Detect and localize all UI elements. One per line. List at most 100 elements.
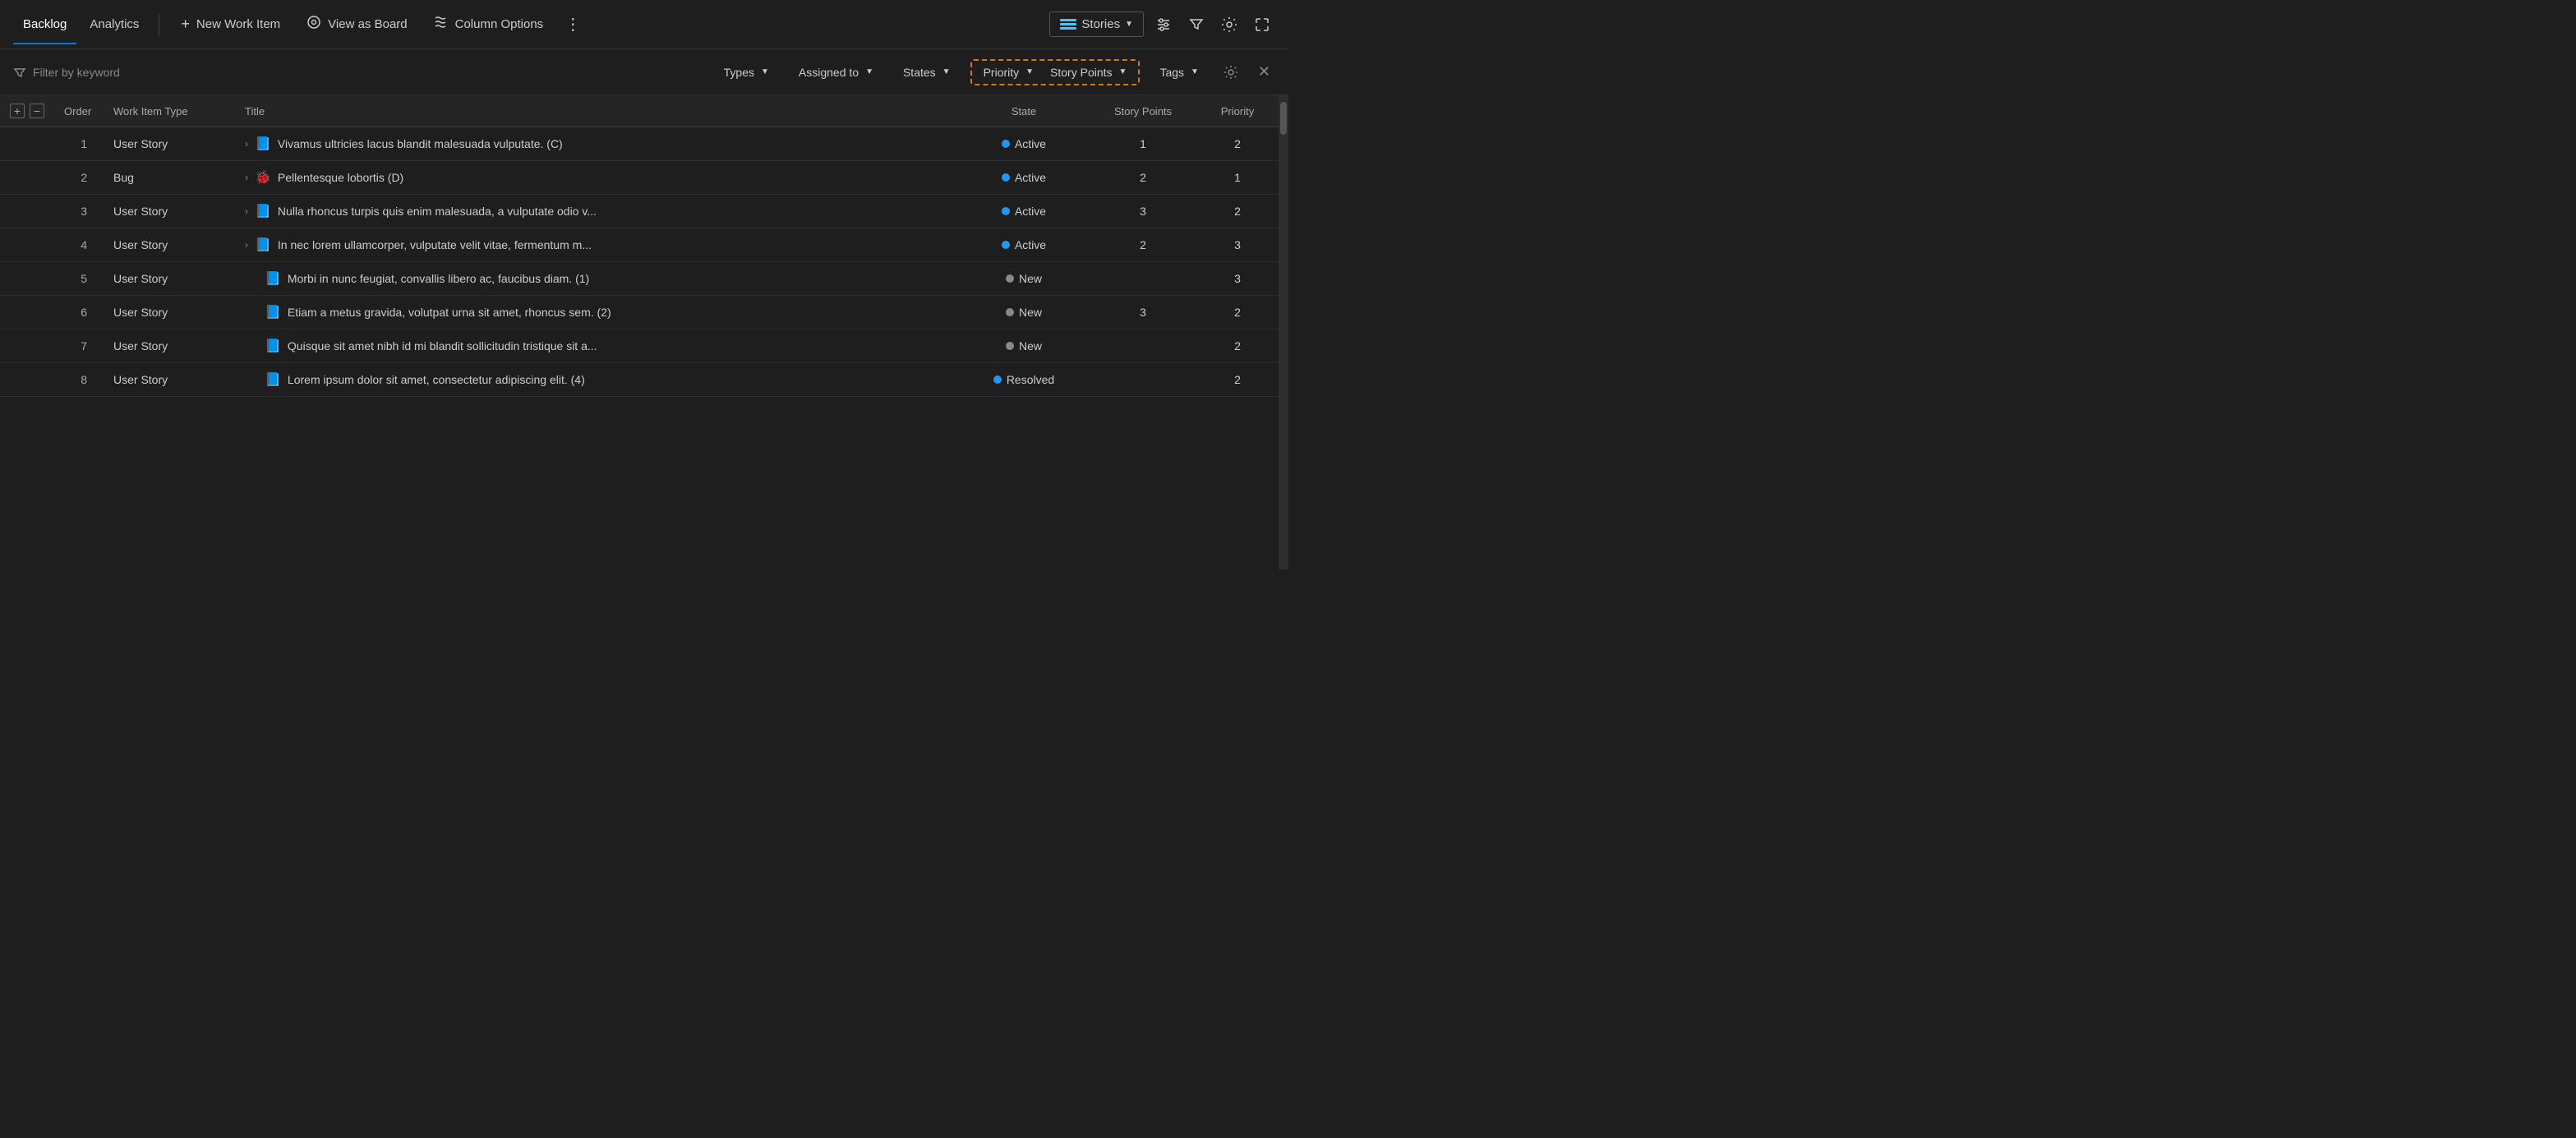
row-chevron-icon[interactable]: › — [245, 172, 248, 183]
th-order: Order — [54, 95, 104, 127]
story-points-dropdown[interactable]: Story Points ▼ — [1042, 62, 1135, 82]
item-title-text: Etiam a metus gravida, volutpat urna sit… — [288, 306, 611, 319]
item-title-text: In nec lorem ullamcorper, vulputate veli… — [278, 238, 592, 251]
view-as-board-button[interactable]: View as Board — [295, 9, 418, 39]
row-chevron-icon[interactable]: › — [245, 239, 248, 251]
state-label: New — [1019, 272, 1042, 285]
cell-story-points: 1 — [1090, 127, 1196, 161]
cell-order: 4 — [54, 228, 104, 262]
filter-placeholder: Filter by keyword — [33, 66, 120, 79]
sliders-icon-button[interactable] — [1150, 12, 1177, 38]
types-dropdown[interactable]: Types ▼ — [714, 61, 779, 84]
states-chevron-icon: ▼ — [942, 67, 951, 76]
cell-type: User Story — [104, 228, 235, 262]
states-label: States — [903, 66, 936, 79]
cell-story-points — [1090, 363, 1196, 397]
cell-title[interactable]: 📘 Morbi in nunc feugiat, convallis liber… — [235, 262, 958, 296]
row-chevron-icon[interactable]: › — [245, 138, 248, 150]
cell-title[interactable]: › 📘 Nulla rhoncus turpis quis enim males… — [235, 195, 958, 228]
cell-title[interactable]: › 🐞 Pellentesque lobortis (D) — [235, 161, 958, 195]
assigned-to-chevron-icon: ▼ — [865, 67, 873, 76]
cell-type: User Story — [104, 195, 235, 228]
cell-expand — [0, 195, 54, 228]
filter-close-button[interactable]: ✕ — [1253, 60, 1275, 84]
cell-order: 6 — [54, 296, 104, 329]
column-options-button[interactable]: Column Options — [422, 9, 555, 39]
cell-priority: 2 — [1196, 195, 1279, 228]
state-dot-icon — [1006, 342, 1014, 350]
expand-icon — [1255, 17, 1270, 32]
table-row[interactable]: 4 User Story › 📘 In nec lorem ullamcorpe… — [0, 228, 1279, 262]
filter-input-wrap[interactable]: Filter by keyword — [13, 66, 353, 79]
collapse-all-icon[interactable]: − — [30, 104, 44, 118]
cell-type: User Story — [104, 363, 235, 397]
table-container: + − Order Work Item Type Title State — [0, 95, 1279, 569]
item-title-text: Nulla rhoncus turpis quis enim malesuada… — [278, 205, 597, 218]
filter-icon-button[interactable] — [1183, 12, 1210, 38]
cell-type: User Story — [104, 127, 235, 161]
more-button[interactable]: ⋮ — [558, 11, 588, 38]
state-dot-icon — [1002, 207, 1010, 215]
table-row[interactable]: 5 User Story 📘 Morbi in nunc feugiat, co… — [0, 262, 1279, 296]
cell-expand — [0, 262, 54, 296]
cell-story-points: 2 — [1090, 228, 1196, 262]
types-label: Types — [724, 66, 754, 79]
row-chevron-icon[interactable]: › — [245, 205, 248, 217]
item-title-text: Quisque sit amet nibh id mi blandit soll… — [288, 339, 597, 352]
assigned-to-dropdown[interactable]: Assigned to ▼ — [789, 61, 883, 84]
cell-expand — [0, 363, 54, 397]
item-type-icon: 📘 — [265, 371, 281, 388]
tags-dropdown[interactable]: Tags ▼ — [1150, 61, 1208, 84]
cell-expand — [0, 329, 54, 363]
item-type-icon: 🐞 — [255, 169, 271, 186]
item-type-icon: 📘 — [265, 270, 281, 287]
cell-state: New — [958, 296, 1090, 329]
backlog-table: + − Order Work Item Type Title State — [0, 95, 1279, 397]
states-dropdown[interactable]: States ▼ — [893, 61, 961, 84]
priority-dropdown[interactable]: Priority ▼ — [975, 62, 1042, 82]
table-row[interactable]: 6 User Story 📘 Etiam a metus gravida, vo… — [0, 296, 1279, 329]
content-area: + − Order Work Item Type Title State — [0, 95, 1288, 569]
stories-icon — [1060, 18, 1076, 31]
settings-icon — [1221, 16, 1237, 33]
expand-icon-button[interactable] — [1249, 12, 1275, 38]
story-points-chevron-icon: ▼ — [1119, 67, 1127, 76]
expand-all-icon[interactable]: + — [10, 104, 25, 118]
table-row[interactable]: 2 Bug › 🐞 Pellentesque lobortis (D) Acti… — [0, 161, 1279, 195]
table-row[interactable]: 1 User Story › 📘 Vivamus ultricies lacus… — [0, 127, 1279, 161]
filter-keyword-icon — [13, 66, 26, 79]
types-chevron-icon: ▼ — [761, 67, 769, 76]
cell-title[interactable]: 📘 Etiam a metus gravida, volutpat urna s… — [235, 296, 958, 329]
item-type-icon: 📘 — [255, 237, 271, 253]
cell-title[interactable]: › 📘 In nec lorem ullamcorper, vulputate … — [235, 228, 958, 262]
tab-backlog[interactable]: Backlog — [13, 11, 76, 38]
filter-bar: Filter by keyword Types ▼ Assigned to ▼ … — [0, 49, 1288, 95]
filter-settings-button[interactable] — [1219, 62, 1243, 83]
view-as-board-label: View as Board — [328, 17, 407, 31]
cell-title[interactable]: 📘 Quisque sit amet nibh id mi blandit so… — [235, 329, 958, 363]
new-work-item-button[interactable]: + New Work Item — [169, 9, 292, 39]
cell-title[interactable]: 📘 Lorem ipsum dolor sit amet, consectetu… — [235, 363, 958, 397]
settings-icon-button[interactable] — [1216, 12, 1242, 38]
table-row[interactable]: 3 User Story › 📘 Nulla rhoncus turpis qu… — [0, 195, 1279, 228]
filter-settings-icon — [1223, 65, 1238, 80]
cell-type: Bug — [104, 161, 235, 195]
tab-analytics[interactable]: Analytics — [80, 11, 149, 38]
table-header-row: + − Order Work Item Type Title State — [0, 95, 1279, 127]
priority-chevron-icon: ▼ — [1025, 67, 1034, 76]
tags-label: Tags — [1159, 66, 1184, 79]
scrollbar-track[interactable] — [1279, 95, 1288, 569]
board-icon — [306, 16, 321, 33]
state-label: Active — [1015, 205, 1046, 218]
top-nav: Backlog Analytics + New Work Item View a… — [0, 0, 1288, 49]
state-dot-icon — [1006, 308, 1014, 316]
cell-priority: 2 — [1196, 296, 1279, 329]
table-row[interactable]: 7 User Story 📘 Quisque sit amet nibh id … — [0, 329, 1279, 363]
cell-title[interactable]: › 📘 Vivamus ultricies lacus blandit male… — [235, 127, 958, 161]
assigned-to-label: Assigned to — [799, 66, 859, 79]
scrollbar-thumb[interactable] — [1280, 102, 1287, 135]
stories-dropdown-button[interactable]: Stories ▼ — [1049, 12, 1144, 37]
table-row[interactable]: 8 User Story 📘 Lorem ipsum dolor sit ame… — [0, 363, 1279, 397]
cell-story-points: 2 — [1090, 161, 1196, 195]
state-dot-icon — [1002, 241, 1010, 249]
